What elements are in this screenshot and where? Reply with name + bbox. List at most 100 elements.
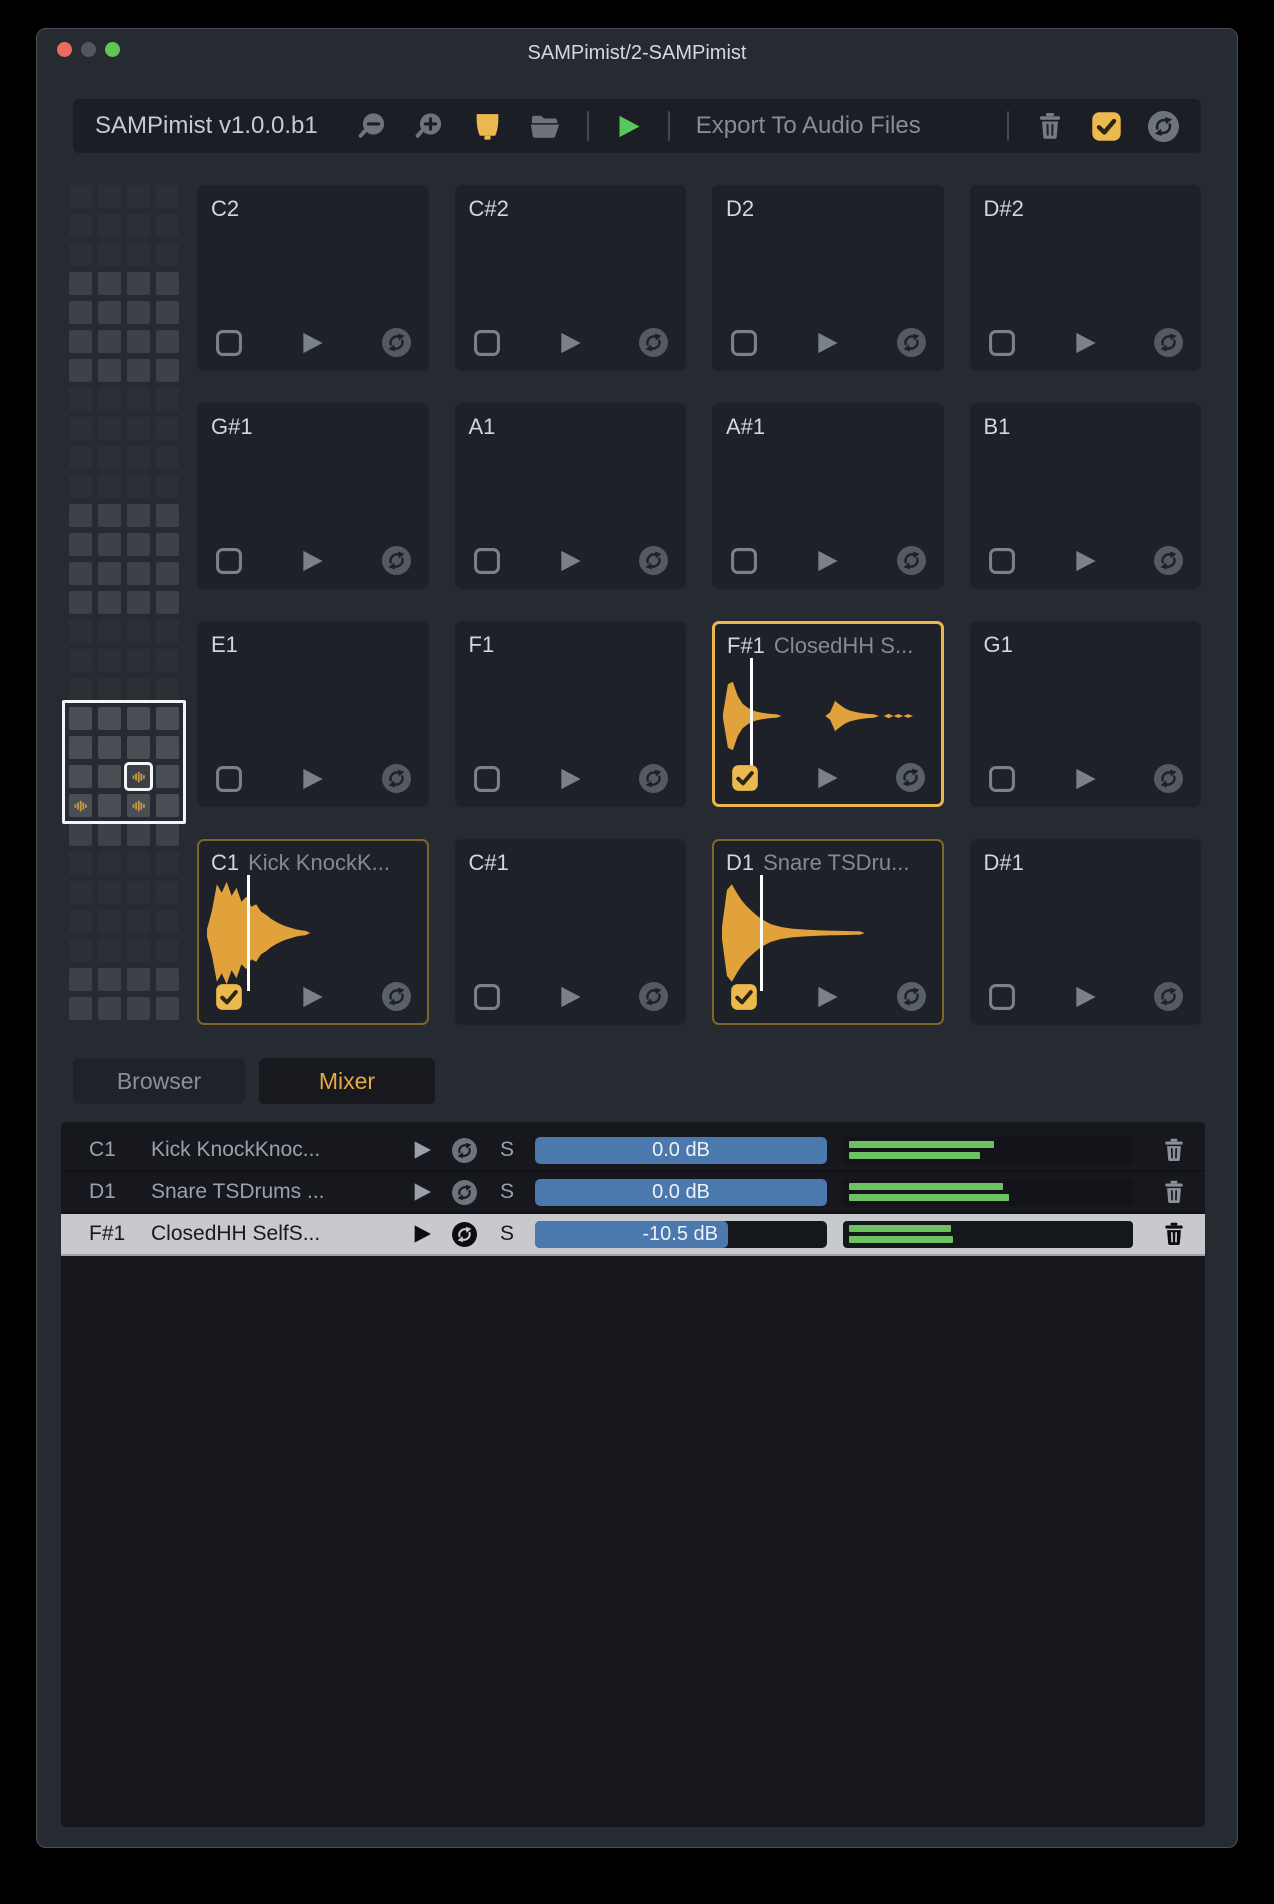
pad-sync-button[interactable] <box>1154 764 1183 793</box>
minimap-cell[interactable] <box>127 417 150 440</box>
pad-play-button[interactable] <box>814 984 840 1010</box>
minimap-cell[interactable] <box>69 330 92 353</box>
minimap-cell[interactable] <box>127 533 150 556</box>
minimap-cell[interactable] <box>69 968 92 991</box>
pad-g1[interactable]: G1 <box>969 621 1201 807</box>
pad-checkbox[interactable] <box>473 765 501 793</box>
minimap-cell[interactable] <box>69 910 92 933</box>
pad-checkbox[interactable] <box>731 764 759 792</box>
pad-ds2[interactable]: D#2 <box>969 185 1201 371</box>
pad-sync-button[interactable] <box>381 982 411 1011</box>
pad-checkbox[interactable] <box>473 983 501 1011</box>
minimap-cell[interactable] <box>156 852 179 875</box>
minimap-cell[interactable] <box>98 243 121 266</box>
minimap-viewport[interactable] <box>62 700 186 824</box>
minimap-cell[interactable] <box>98 881 121 904</box>
pad-play-button[interactable] <box>814 548 840 574</box>
minimap-cell[interactable] <box>156 185 179 208</box>
minimap-cell[interactable] <box>156 243 179 266</box>
minimap-cell[interactable] <box>156 968 179 991</box>
minimap-cell[interactable] <box>69 939 92 962</box>
minimap-cell[interactable] <box>69 823 92 846</box>
pad-play-button[interactable] <box>1072 984 1098 1010</box>
mixer-play-button[interactable] <box>401 1139 443 1161</box>
minimap-cell[interactable] <box>127 446 150 469</box>
minimap-cell[interactable] <box>98 649 121 672</box>
minimap-cell[interactable] <box>98 417 121 440</box>
pad-sync-button[interactable] <box>381 546 411 575</box>
pad-play-button[interactable] <box>299 330 325 356</box>
pad-sync-button[interactable] <box>639 328 668 357</box>
pad-as1[interactable]: A#1 <box>712 403 944 589</box>
minimap-cell[interactable] <box>127 243 150 266</box>
minimap-cell[interactable] <box>98 968 121 991</box>
minimap-cell[interactable] <box>127 475 150 498</box>
minimap-cell[interactable] <box>156 939 179 962</box>
pad-gs1[interactable]: G#1 <box>197 403 429 589</box>
play-button[interactable] <box>615 113 642 140</box>
pad-e1[interactable]: E1 <box>197 621 429 807</box>
minimap-cell[interactable] <box>69 301 92 324</box>
pad-checkbox[interactable] <box>988 329 1016 357</box>
pad-checkbox[interactable] <box>988 547 1016 575</box>
minimap-cell[interactable] <box>69 475 92 498</box>
minimap-cell[interactable] <box>98 301 121 324</box>
minimap-cell[interactable] <box>156 504 179 527</box>
minimap-cell[interactable] <box>98 359 121 382</box>
minimap-cell[interactable] <box>98 823 121 846</box>
select-all-checkbox[interactable] <box>1091 111 1122 142</box>
pad-play-button[interactable] <box>1072 766 1098 792</box>
pad-checkbox[interactable] <box>988 983 1016 1011</box>
minimap-cell[interactable] <box>69 852 92 875</box>
pad-play-button[interactable] <box>557 984 583 1010</box>
minimap-cell[interactable] <box>69 504 92 527</box>
minimap-cell[interactable] <box>127 881 150 904</box>
pad-sync-button[interactable] <box>381 328 411 357</box>
pad-b1[interactable]: B1 <box>969 403 1201 589</box>
close-button[interactable] <box>57 42 72 57</box>
pad-play-button[interactable] <box>814 765 840 791</box>
pad-sync-button[interactable] <box>1154 546 1183 575</box>
minimap-cell[interactable] <box>156 475 179 498</box>
mixer-play-button[interactable] <box>401 1181 443 1203</box>
minimap-cell[interactable] <box>98 504 121 527</box>
minimap-cell[interactable] <box>98 214 121 237</box>
zoom-out-icon[interactable] <box>358 111 389 142</box>
minimap-cell[interactable] <box>98 185 121 208</box>
pad-checkbox[interactable] <box>473 329 501 357</box>
minimap-cell[interactable] <box>156 881 179 904</box>
minimap-cell[interactable] <box>127 388 150 411</box>
minimap-cell[interactable] <box>156 533 179 556</box>
minimap-cell[interactable] <box>98 562 121 585</box>
minimap-cell[interactable] <box>156 823 179 846</box>
minimap-cell[interactable] <box>127 649 150 672</box>
pad-checkbox[interactable] <box>730 547 758 575</box>
mixer-row-d1[interactable]: D1 Snare TSDrums ... S 0.0 dB <box>61 1172 1205 1214</box>
minimap-cell[interactable] <box>156 214 179 237</box>
pad-sync-button[interactable] <box>639 546 668 575</box>
mixer-sync-button[interactable] <box>443 1179 485 1205</box>
pad-fs1[interactable]: F#1 ClosedHH S... <box>712 621 944 807</box>
pad-play-button[interactable] <box>557 548 583 574</box>
mixer-delete-button[interactable] <box>1157 1179 1191 1205</box>
minimap-cell[interactable] <box>98 910 121 933</box>
minimap-cell[interactable] <box>127 823 150 846</box>
minimap-cell[interactable] <box>156 997 179 1020</box>
minimap-cell[interactable] <box>156 620 179 643</box>
minimap-cell[interactable] <box>98 475 121 498</box>
minimap-cell[interactable] <box>69 388 92 411</box>
minimap-cell[interactable] <box>127 678 150 701</box>
minimap-cell[interactable] <box>156 649 179 672</box>
volume-slider[interactable]: 0.0 dB <box>535 1136 827 1164</box>
minimap-cell[interactable] <box>69 272 92 295</box>
minimap-cell[interactable] <box>98 678 121 701</box>
minimap-cell[interactable] <box>69 533 92 556</box>
minimap-cell[interactable] <box>156 446 179 469</box>
minimap-cell[interactable] <box>98 446 121 469</box>
minimap-cell[interactable] <box>69 649 92 672</box>
pad-sync-button[interactable] <box>639 764 668 793</box>
pad-sync-button[interactable] <box>895 763 925 792</box>
solo-button[interactable]: S <box>485 1179 529 1205</box>
minimap-cell[interactable] <box>156 417 179 440</box>
pad-sync-button[interactable] <box>639 982 668 1011</box>
